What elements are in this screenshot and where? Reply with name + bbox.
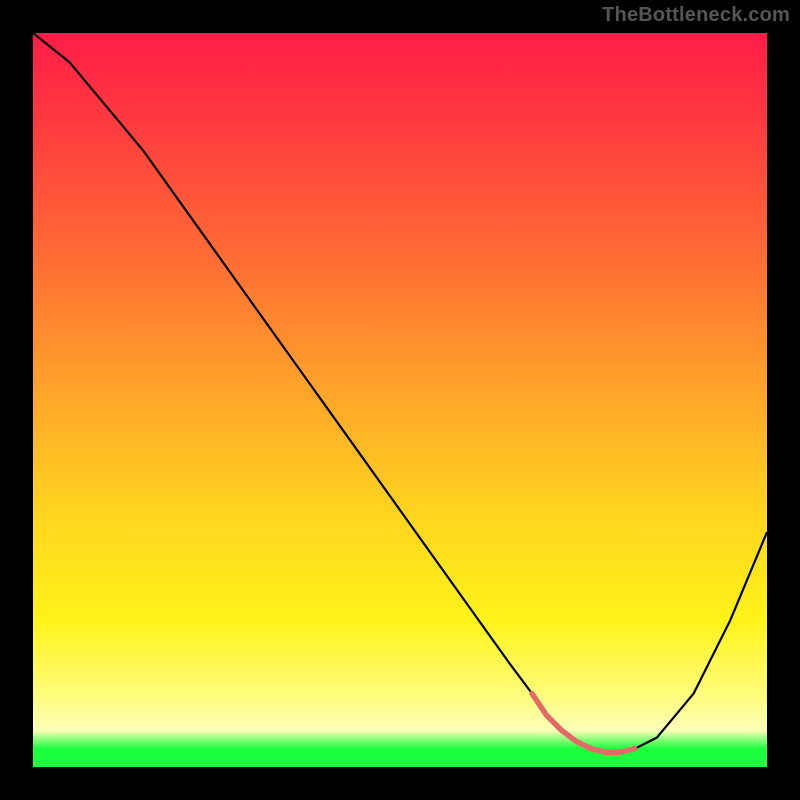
- chart-frame: TheBottleneck.com: [0, 0, 800, 800]
- curve-svg: [33, 33, 767, 767]
- optimal-region-highlight: [532, 694, 635, 753]
- watermark-text: TheBottleneck.com: [602, 4, 790, 27]
- gradient-plot-area: [33, 33, 767, 767]
- bottleneck-curve: [33, 33, 767, 752]
